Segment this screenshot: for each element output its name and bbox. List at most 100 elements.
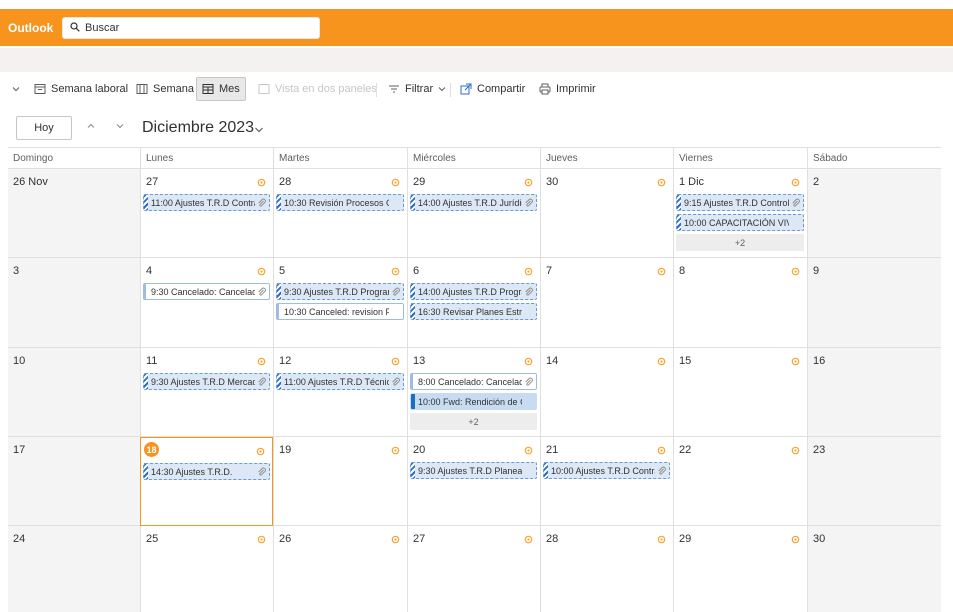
calendar-event[interactable]: 10:30 Canceled: revision Plane	[276, 303, 404, 320]
event-title: 11:00 Ajustes T.R.D Técnica	[284, 376, 389, 387]
day-cell[interactable]: 30	[540, 169, 673, 258]
event-title: 10:00 CAPACITACIÓN VIVA EN	[684, 217, 789, 228]
weather-sun-icon	[257, 178, 266, 187]
chevron-down-icon[interactable]	[254, 125, 264, 135]
today-button[interactable]: Hoy	[16, 116, 72, 140]
week-button[interactable]: Semana	[132, 77, 198, 101]
more-events-button[interactable]: +2	[410, 413, 537, 430]
day-cell[interactable]: 26 Nov	[8, 169, 140, 258]
day-cell[interactable]: 13 8:00 Cancelado: Cancelado 10:00 Fwd: Re…	[407, 348, 540, 437]
weather-sun-icon	[657, 357, 666, 366]
weekday-header: Sábado	[807, 148, 941, 169]
day-number: 20	[413, 444, 426, 456]
share-icon	[460, 83, 472, 95]
day-number: 12	[279, 355, 292, 367]
day-cell[interactable]: 27 11:00 Ajustes T.R.D Contra	[140, 169, 273, 258]
calendar-event[interactable]: 10:00 Ajustes T.R.D Contrat	[543, 462, 670, 479]
calendar-event[interactable]: 10:30 Revisión Procesos Gd	[276, 194, 404, 211]
toolbar-divider	[376, 83, 377, 97]
day-cell[interactable]: 16	[807, 348, 941, 437]
day-cell[interactable]: 8	[673, 258, 807, 348]
day-cell[interactable]: 21 10:00 Ajustes T.R.D Contrat	[540, 437, 673, 526]
filter-button[interactable]: Filtrar	[384, 77, 450, 101]
calendar-event[interactable]: 10:00 Fwd: Rendición de Cuen	[410, 393, 537, 410]
calendar-event[interactable]: 10:00 CAPACITACIÓN VIVA EN	[676, 214, 804, 231]
day-number: 7	[546, 265, 553, 277]
day-cell[interactable]: 29	[673, 526, 807, 612]
day-cell[interactable]: 4 9:30 Cancelado: Cancelado	[140, 258, 273, 348]
calendar-event[interactable]: 14:00 Ajustes T.R.D Progra	[410, 283, 537, 300]
weather-sun-icon	[657, 267, 666, 276]
day-number: 26 Nov	[13, 176, 48, 188]
event-title: 10:00 Ajustes T.R.D Contrat	[551, 465, 655, 476]
weather-sun-icon	[524, 178, 533, 187]
calendar-event[interactable]: 8:00 Cancelado: Cancelado	[410, 373, 537, 390]
day-cell[interactable]: 10	[8, 348, 140, 437]
day-cell[interactable]: 14	[540, 348, 673, 437]
day-cell[interactable]: 6 14:00 Ajustes T.R.D Progra 16:30 Revisar…	[407, 258, 540, 348]
more-events-button[interactable]: +2	[676, 234, 804, 251]
weather-sun-icon	[791, 267, 800, 276]
month-title[interactable]: Diciembre 2023	[142, 119, 254, 137]
attachment-icon	[392, 287, 400, 296]
calendar-event[interactable]: 11:00 Ajustes T.R.D Contra	[143, 194, 270, 211]
day-number: 27	[413, 533, 426, 545]
calendar-event[interactable]: 14:30 Ajustes T.R.D.	[143, 463, 270, 480]
weather-sun-icon	[524, 535, 533, 544]
day-cell[interactable]: 17	[8, 437, 140, 526]
search-box[interactable]: Buscar	[62, 17, 320, 39]
day-cell[interactable]: 12 11:00 Ajustes T.R.D Técnica	[273, 348, 407, 437]
calendar-event[interactable]: 9:30 Ajustes T.R.D Mercado	[143, 373, 270, 390]
calendar-event[interactable]: 9:30 Ajustes T.R.D Program	[276, 283, 404, 300]
day-cell[interactable]: 3	[8, 258, 140, 348]
calendar-event[interactable]: 9:30 Ajustes T.R.D Planeación	[410, 462, 537, 479]
attachment-icon	[258, 467, 266, 476]
work-week-button[interactable]: Semana laboral	[30, 77, 132, 101]
day-cell[interactable]: 25	[140, 526, 273, 612]
day-cell[interactable]: 26	[273, 526, 407, 612]
share-button[interactable]: Compartir	[456, 77, 529, 101]
attachment-icon	[792, 198, 800, 207]
calendar-event[interactable]: 9:15 Ajustes T.R.D Control	[676, 194, 804, 211]
day-cell[interactable]: 11 9:30 Ajustes T.R.D Mercado	[140, 348, 273, 437]
day-cell[interactable]: 28	[540, 526, 673, 612]
split-view-button[interactable]: Vista en dos paneles	[254, 77, 381, 101]
weather-sun-icon	[391, 178, 400, 187]
day-cell[interactable]: 9	[807, 258, 941, 348]
day-cell[interactable]: 19	[273, 437, 407, 526]
share-label: Compartir	[477, 83, 526, 95]
attachment-icon	[525, 287, 533, 296]
day-cell[interactable]: 15	[673, 348, 807, 437]
day-cell-today[interactable]: 18 14:30 Ajustes T.R.D.	[140, 437, 273, 526]
month-button[interactable]: Mes	[196, 77, 246, 101]
day-cell[interactable]: 2	[807, 169, 941, 258]
day-cell[interactable]: 29 14:00 Ajustes T.R.D Jurídic	[407, 169, 540, 258]
day-cell[interactable]: 7	[540, 258, 673, 348]
event-title: 9:15 Ajustes T.R.D Control	[684, 197, 789, 208]
day-cell[interactable]: 23	[807, 437, 941, 526]
chevron-down-icon[interactable]	[115, 121, 125, 131]
calendar-event[interactable]: 16:30 Revisar Planes Estrategi	[410, 303, 537, 320]
search-icon	[70, 22, 80, 32]
weather-sun-icon	[257, 267, 266, 276]
day-cell[interactable]: 30	[807, 526, 941, 612]
day-cell[interactable]: 28 10:30 Revisión Procesos Gd	[273, 169, 407, 258]
chevron-down-icon	[12, 87, 20, 92]
calendar-event[interactable]: 14:00 Ajustes T.R.D Jurídic	[410, 194, 537, 211]
weather-sun-icon	[391, 446, 400, 455]
day-cell[interactable]: 5 9:30 Ajustes T.R.D Program 10:30 Cancele…	[273, 258, 407, 348]
day-cell[interactable]: 1 Dic 9:15 Ajustes T.R.D Control 10:00 CAP…	[673, 169, 807, 258]
app-title[interactable]: Outlook	[8, 21, 53, 35]
chevron-up-icon[interactable]	[86, 121, 96, 131]
print-button[interactable]: Imprimir	[535, 77, 600, 101]
calendar-event[interactable]: 9:30 Cancelado: Cancelado	[143, 283, 270, 300]
calendar-event[interactable]: 11:00 Ajustes T.R.D Técnica	[276, 373, 404, 390]
day-cell[interactable]: 24	[8, 526, 140, 612]
day-cell[interactable]: 27	[407, 526, 540, 612]
event-title: 14:00 Ajustes T.R.D Progra	[418, 286, 522, 297]
event-title: 10:30 Revisión Procesos Gd	[284, 197, 389, 208]
search-input[interactable]: Buscar	[85, 22, 119, 34]
day-cell[interactable]: 20 9:30 Ajustes T.R.D Planeación	[407, 437, 540, 526]
collapse-button[interactable]	[8, 77, 24, 101]
day-cell[interactable]: 22	[673, 437, 807, 526]
